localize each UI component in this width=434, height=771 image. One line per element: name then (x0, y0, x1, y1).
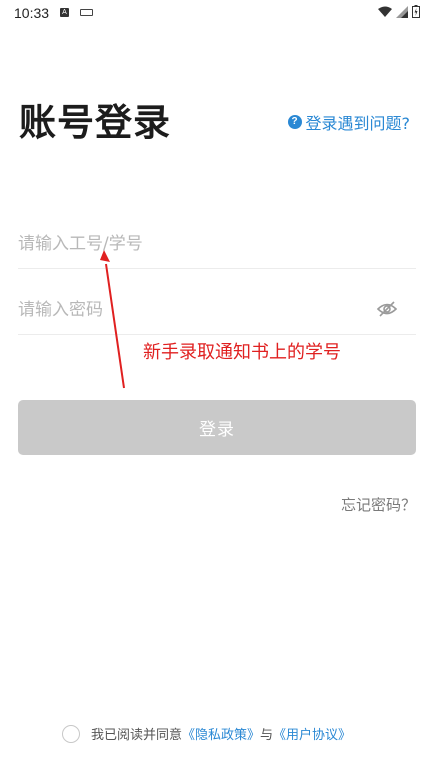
password-field-row (18, 286, 416, 335)
username-field-row (18, 220, 416, 269)
page-title: 账号登录 (19, 101, 171, 144)
android-a-icon: A (60, 8, 69, 17)
signal-icon (396, 5, 408, 18)
agreement-conjunction: 与 (260, 728, 274, 743)
forgot-password-link[interactable]: 忘记密码？ (341, 494, 416, 515)
agreement-checkbox[interactable] (62, 724, 80, 743)
agreement-prefix: 我已阅读并同意 (91, 728, 183, 743)
privacy-policy-link[interactable]: 《隐私政策》 (182, 724, 260, 743)
password-input[interactable] (18, 286, 348, 334)
wifi-icon (378, 6, 392, 17)
login-help-label: 登录遇到问题? (305, 114, 411, 133)
username-input[interactable] (18, 220, 348, 268)
status-bar: 10:33 A (0, 0, 434, 26)
agreement-row: 我已阅读并同意 《隐私政策》 与 《用户协议》 (62, 724, 351, 743)
status-right-group (378, 5, 420, 18)
battery-icon (412, 5, 420, 18)
status-time: 10:33 (14, 5, 50, 21)
user-agreement-link[interactable]: 《用户协议》 (273, 724, 351, 743)
keyboard-icon (80, 9, 93, 16)
annotation-text: 新手录取通知书上的学号 (143, 342, 341, 363)
eye-off-icon[interactable] (376, 300, 398, 318)
login-button[interactable]: 登录 (18, 400, 416, 455)
question-icon: ? (287, 115, 302, 129)
login-help-link[interactable]: ? 登录遇到问题? (287, 110, 411, 134)
